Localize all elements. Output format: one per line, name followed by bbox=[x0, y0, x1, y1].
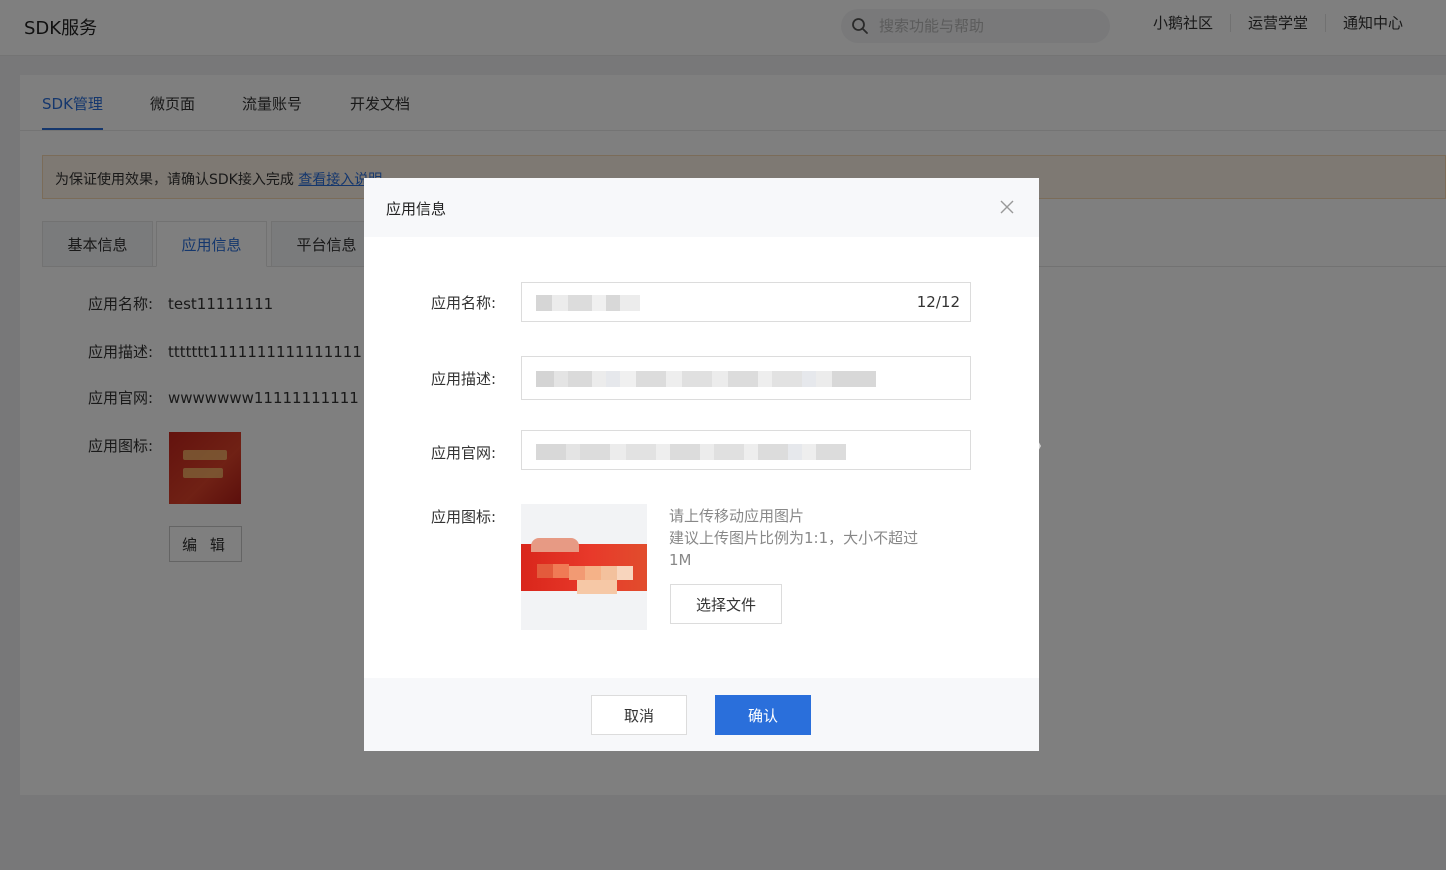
field-icon-label: 应用图标: bbox=[431, 508, 497, 526]
blurred-value bbox=[536, 295, 640, 311]
name-char-counter: 12/12 bbox=[916, 293, 960, 311]
blurred-value bbox=[536, 444, 846, 460]
upload-hint: 请上传移动应用图片 建议上传图片比例为1:1，大小不超过1M bbox=[669, 505, 919, 571]
field-site-label: 应用官网: bbox=[431, 444, 497, 462]
upload-hint-line1: 请上传移动应用图片 bbox=[669, 507, 805, 525]
app-info-dialog: 应用信息 应用名称: 12/12 应用描述: 应用官网: 应用图标: 请上传移动… bbox=[364, 178, 1039, 751]
upload-hint-line2: 建议上传图片比例为1:1，大小不超过1M bbox=[669, 529, 919, 569]
app-desc-input[interactable] bbox=[521, 356, 971, 400]
confirm-button[interactable]: 确认 bbox=[715, 695, 811, 735]
dialog-title: 应用信息 bbox=[386, 200, 447, 218]
blurred-value bbox=[536, 371, 876, 387]
cancel-button[interactable]: 取消 bbox=[591, 695, 687, 735]
field-desc-label: 应用描述: bbox=[431, 370, 497, 388]
choose-file-button[interactable]: 选择文件 bbox=[670, 584, 782, 624]
app-name-input[interactable]: 12/12 bbox=[521, 282, 971, 322]
close-icon[interactable] bbox=[998, 198, 1016, 216]
app-site-input[interactable] bbox=[521, 430, 971, 470]
field-name-label: 应用名称: bbox=[431, 294, 497, 312]
dialog-footer: 取消 确认 bbox=[364, 678, 1039, 751]
dialog-header: 应用信息 bbox=[364, 178, 1039, 237]
uploaded-icon-preview[interactable] bbox=[521, 504, 647, 630]
